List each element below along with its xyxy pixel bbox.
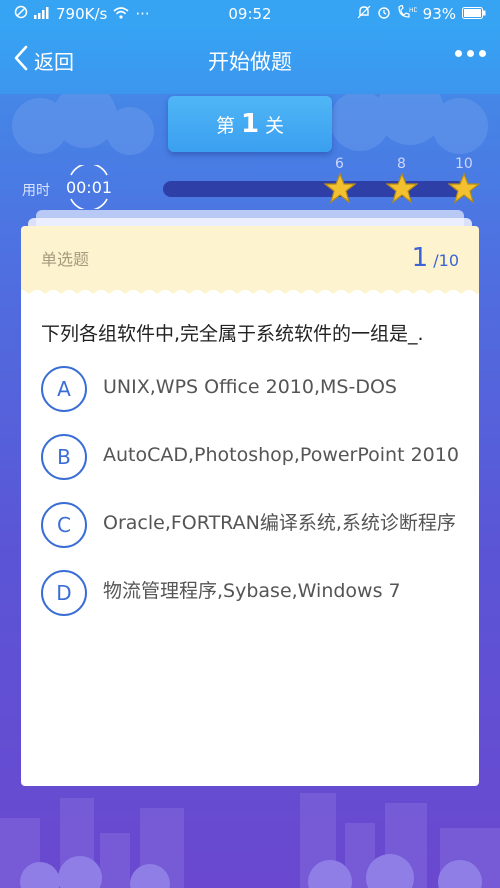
option-b-text: AutoCAD,Photoshop,PowerPoint 2010 <box>103 444 459 466</box>
timer-label: 用时 <box>22 183 50 199</box>
no-disturb-icon <box>14 5 28 23</box>
option-b-letter: B <box>41 434 87 480</box>
signal-icon <box>34 5 50 23</box>
clock: 09:52 <box>228 5 272 23</box>
question-total: /10 <box>433 251 459 270</box>
status-bar: 790K/s ··· 09:52 HD 93% <box>0 0 500 28</box>
option-c[interactable]: C Oracle,FORTRAN编译系统,系统诊断程序 <box>41 500 459 548</box>
status-right: HD 93% <box>357 4 486 23</box>
option-d-letter: D <box>41 570 87 616</box>
level-prefix: 第 <box>215 114 235 137</box>
option-d[interactable]: D 物流管理程序,Sybase,Windows 7 <box>41 568 459 616</box>
network-speed: 790K/s <box>56 5 108 23</box>
milestone-label-8: 8 <box>397 156 406 172</box>
star-icon <box>324 172 356 204</box>
option-d-text: 物流管理程序,Sybase,Windows 7 <box>103 580 401 602</box>
nav-bar: 返回 开始做题 <box>0 28 500 94</box>
timer-value: 00:01 <box>65 177 113 197</box>
question-text: 下列各组软件中,完全属于系统软件的一组是_. <box>41 323 424 345</box>
page-title: 开始做题 <box>208 50 292 74</box>
option-b[interactable]: B AutoCAD,Photoshop,PowerPoint 2010 <box>41 432 459 480</box>
back-label: 返回 <box>34 50 74 74</box>
star-icon <box>448 172 480 204</box>
option-c-text: Oracle,FORTRAN编译系统,系统诊断程序 <box>103 512 456 534</box>
question-counter: 1 /10 <box>412 243 459 273</box>
status-dots: ··· <box>135 5 150 23</box>
more-icon[interactable] <box>455 50 486 57</box>
milestone-label-10: 10 <box>455 156 473 172</box>
city-skyline-decoration <box>0 793 500 888</box>
progress-bar <box>163 181 465 197</box>
level-badge: 第 1 关 <box>168 96 332 152</box>
star-icon <box>386 172 418 204</box>
option-a-text: UNIX,WPS Office 2010,MS-DOS <box>103 376 397 398</box>
question-type: 单选题 <box>41 250 90 269</box>
question-current: 1 <box>411 243 429 273</box>
wifi-icon <box>113 5 129 23</box>
milestone-label-6: 6 <box>335 156 344 172</box>
option-list: A UNIX,WPS Office 2010,MS-DOS B AutoCAD,… <box>21 348 479 616</box>
option-a[interactable]: A UNIX,WPS Office 2010,MS-DOS <box>41 364 459 412</box>
back-chevron-icon <box>12 44 30 77</box>
alarm-icon <box>377 5 391 23</box>
option-a-letter: A <box>41 366 87 412</box>
card-header: 单选题 1 /10 <box>21 226 479 294</box>
option-c-letter: C <box>41 502 87 548</box>
svg-text:HD: HD <box>409 7 417 14</box>
zigzag-edge <box>21 288 479 294</box>
alarm-off-icon <box>357 5 371 23</box>
hd-call-icon: HD <box>397 4 418 23</box>
timer: 00:01 <box>63 165 115 209</box>
back-button[interactable]: 返回 <box>12 44 74 77</box>
status-left: 790K/s ··· <box>14 5 150 23</box>
battery-icon <box>462 5 486 23</box>
battery-level: 93% <box>422 5 456 23</box>
level-suffix: 关 <box>265 114 285 137</box>
level-number: 1 <box>240 109 260 139</box>
question-card: 单选题 1 /10 下列各组软件中,完全属于系统软件的一组是_. A UNIX,… <box>21 226 479 786</box>
